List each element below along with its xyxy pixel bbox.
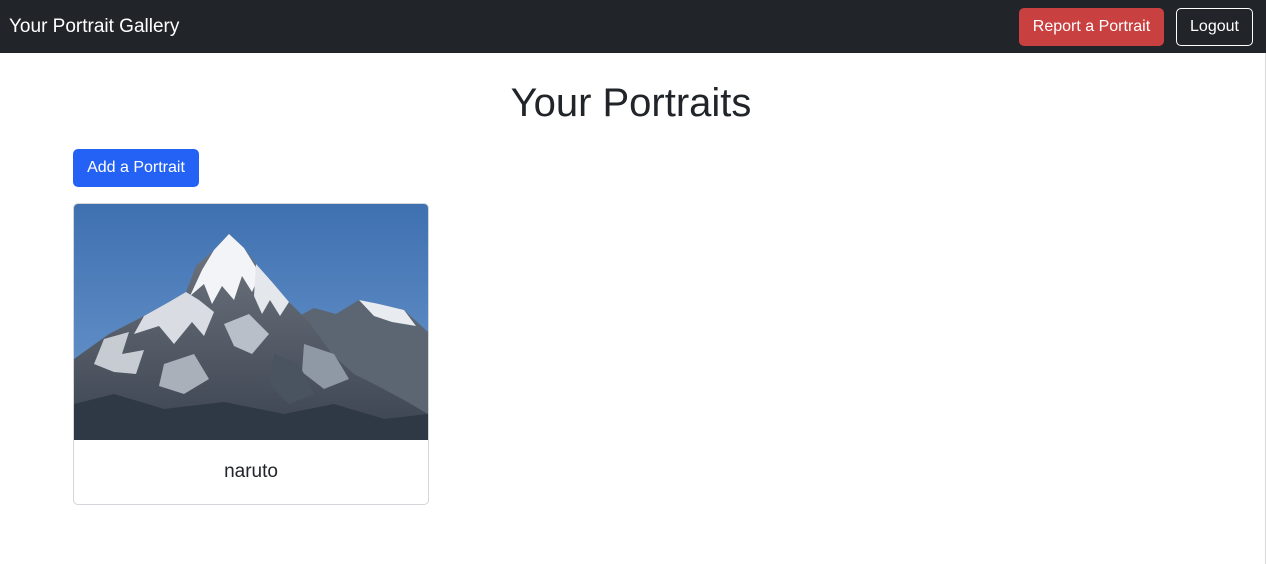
- logout-button[interactable]: Logout: [1176, 7, 1253, 46]
- report-portrait-button[interactable]: Report a Portrait: [1019, 7, 1164, 46]
- brand-link[interactable]: Your Portrait Gallery: [9, 17, 179, 36]
- portrait-title: naruto: [224, 461, 278, 482]
- portrait-card[interactable]: naruto: [73, 203, 429, 505]
- navbar-actions: Report a Portrait Logout: [1019, 7, 1253, 46]
- navbar: Your Portrait Gallery Report a Portrait …: [0, 0, 1266, 53]
- page-title: Your Portraits: [510, 81, 752, 125]
- portrait-image[interactable]: [74, 204, 428, 440]
- add-portrait-button[interactable]: Add a Portrait: [73, 149, 199, 187]
